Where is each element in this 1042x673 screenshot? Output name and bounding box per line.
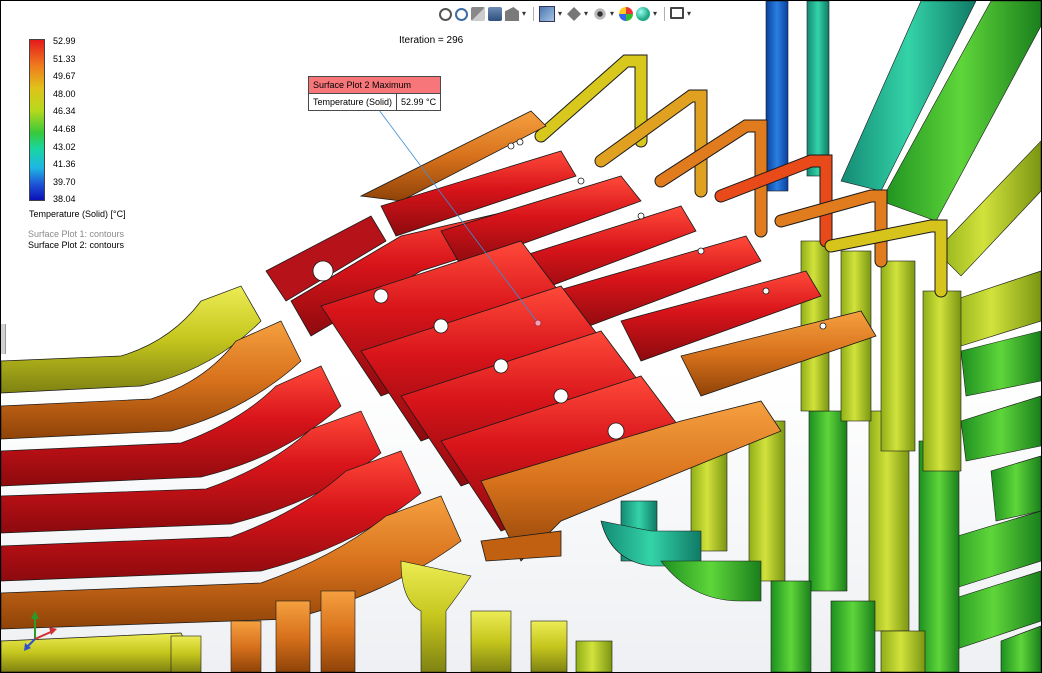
probe-title: Surface Plot 2 Maximum: [309, 77, 441, 94]
legend-value: 51.33: [53, 53, 76, 64]
legend-value: 43.02: [53, 141, 76, 152]
coordinate-triad-icon: [24, 611, 57, 651]
chevron-down-icon[interactable]: [584, 7, 590, 21]
chevron-down-icon[interactable]: [610, 7, 616, 21]
edit-appearance-icon[interactable]: [619, 7, 633, 21]
zoom-to-fit-icon[interactable]: [439, 7, 452, 21]
legend-value: 48.00: [53, 88, 76, 99]
dynamic-annotation-icon[interactable]: [505, 7, 519, 21]
probe-value: 52.99 °C: [396, 94, 440, 110]
toolbar-separator: [664, 7, 665, 21]
max-probe-callout[interactable]: Surface Plot 2 Maximum Temperature (Soli…: [308, 76, 442, 111]
legend-values: 52.99 51.33 49.67 48.00 46.34 44.68 43.0…: [53, 36, 113, 212]
chevron-down-icon[interactable]: [558, 7, 564, 21]
legend-value: 41.36: [53, 159, 76, 170]
hide-show-icon[interactable]: [593, 7, 607, 21]
view-orientation-icon[interactable]: [539, 6, 555, 22]
chevron-down-icon[interactable]: [653, 7, 659, 21]
legend-value: 49.67: [53, 71, 76, 82]
iteration-counter: Iteration = 296: [399, 35, 464, 46]
zoom-to-area-icon[interactable]: [455, 7, 468, 21]
probe-row: Temperature (Solid) 52.99 °C: [309, 94, 440, 110]
cfd-model-view[interactable]: [1, 1, 1041, 672]
chevron-down-icon[interactable]: [522, 7, 528, 21]
view-settings-icon[interactable]: [670, 6, 684, 19]
previous-view-icon[interactable]: [471, 7, 485, 21]
probe-label: Temperature (Solid): [313, 97, 393, 107]
surface-plot-1-label[interactable]: Surface Plot 1: contours: [28, 229, 124, 240]
legend-color-bar: [29, 39, 45, 201]
toolbar-separator: [533, 7, 534, 21]
graphics-area[interactable]: Iteration = 296 52.99 51.33 49.67 48.00 …: [0, 0, 1042, 673]
heads-up-view-toolbar: [439, 4, 693, 24]
chevron-down-icon[interactable]: [687, 7, 693, 21]
legend-value: 52.99: [53, 36, 76, 46]
section-view-icon[interactable]: [488, 7, 502, 21]
legend-value: 39.70: [53, 176, 76, 187]
legend-value: 44.68: [53, 123, 76, 134]
surface-plot-list: Surface Plot 1: contours Surface Plot 2:…: [28, 229, 124, 251]
max-point-marker: [534, 319, 542, 327]
panel-collapse-handle[interactable]: [1, 324, 6, 354]
surface-plot-2-label[interactable]: Surface Plot 2: contours: [28, 240, 124, 251]
apply-scene-icon[interactable]: [636, 7, 650, 21]
display-style-icon[interactable]: [567, 7, 581, 21]
legend-value: 46.34: [53, 106, 76, 117]
legend-title: Temperature (Solid) [°C]: [29, 209, 126, 219]
